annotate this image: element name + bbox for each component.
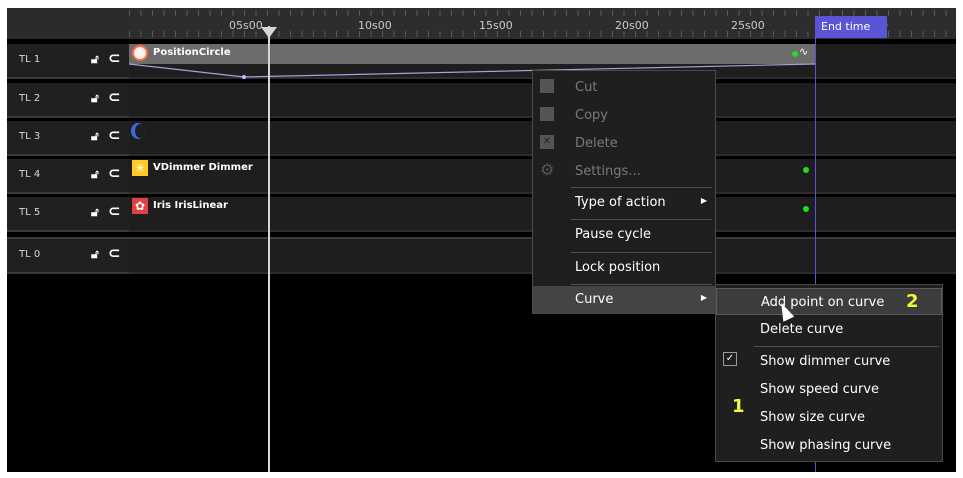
menu-label: Settings... <box>575 164 641 179</box>
delete-icon: ✕ <box>540 135 554 149</box>
track-name: TL 3 <box>19 131 41 142</box>
playhead-handle[interactable] <box>261 27 277 38</box>
track-name: TL 4 <box>19 169 41 180</box>
clip-label: PositionCircle <box>153 47 231 58</box>
annotation-2: 2 <box>906 291 919 312</box>
menu-item-add-point-on-curve[interactable]: Add point on curve 2 <box>716 288 942 315</box>
menu-item-show-phasing-curve[interactable]: Show phasing curve <box>716 432 942 460</box>
curve-submenu: Add point on curve 2 Delete curve ✓ Show… <box>715 284 943 462</box>
menu-label: Delete curve <box>760 322 844 337</box>
track-tl5[interactable]: TL 5 🔓︎ ⊂ ✿ Iris IrisLinear <box>7 197 956 232</box>
menu-label: Cut <box>575 80 598 95</box>
lock-icon[interactable]: 🔓︎ <box>91 91 99 106</box>
cut-icon <box>540 79 554 93</box>
menu-separator <box>571 284 712 285</box>
menu-separator <box>571 187 712 188</box>
menu-item-type-of-action[interactable]: Type of action ▶ <box>533 189 715 217</box>
sun-icon: ☀ <box>132 160 148 176</box>
menu-separator <box>754 346 939 347</box>
context-menu: Cut Copy ✕ Delete ⚙ Settings... Type of … <box>532 70 716 314</box>
clip-label: Iris IrisLinear <box>153 200 228 211</box>
checkmark-icon[interactable]: ✓ <box>723 352 737 366</box>
menu-item-settings[interactable]: ⚙ Settings... <box>533 158 715 185</box>
keyframe-dot[interactable] <box>803 206 809 212</box>
menu-item-delete[interactable]: ✕ Delete <box>533 130 715 157</box>
menu-label: Show phasing curve <box>760 438 892 453</box>
ruler-label-20s: 20s00 <box>615 19 649 32</box>
menu-label: Show size curve <box>760 410 865 425</box>
menu-item-lock-position[interactable]: Lock position <box>533 254 715 283</box>
menu-item-show-dimmer-curve[interactable]: ✓ Show dimmer curve <box>716 348 942 376</box>
menu-label: Lock position <box>575 260 661 275</box>
track-tl0[interactable]: TL 0 🔓︎ ⊂ <box>7 237 956 274</box>
lock-icon[interactable]: 🔓︎ <box>91 247 99 262</box>
track-tl2[interactable]: TL 2 🔓︎ ⊂ <box>7 83 956 118</box>
track-name: TL 1 <box>19 54 41 65</box>
loop-icon[interactable]: ⊂ <box>108 126 121 144</box>
track-name: TL 0 <box>19 249 41 260</box>
track-header[interactable]: TL 2 🔓︎ ⊂ <box>7 83 129 118</box>
playhead-line[interactable] <box>268 26 270 472</box>
menu-label: Show speed curve <box>760 382 880 397</box>
iris-icon: ✿ <box>132 198 148 214</box>
menu-separator <box>571 252 712 253</box>
gear-icon: ⚙ <box>540 160 555 179</box>
track-name: TL 2 <box>19 93 41 104</box>
copy-icon <box>540 107 554 121</box>
menu-item-copy[interactable]: Copy <box>533 102 715 129</box>
curve-icon: ∿ <box>799 45 809 58</box>
submenu-arrow-icon: ▶ <box>700 293 707 302</box>
menu-item-cut[interactable]: Cut <box>533 74 715 101</box>
ruler-label-15s: 15s00 <box>479 19 513 32</box>
loop-icon[interactable]: ⊂ <box>108 202 121 220</box>
time-ruler[interactable]: 05s00 10s00 15s00 20s00 25s00 00 End tim… <box>7 8 956 39</box>
track-header[interactable]: TL 4 🔓︎ ⊂ <box>7 159 129 194</box>
annotation-1: 1 <box>732 396 745 417</box>
menu-item-delete-curve[interactable]: Delete curve <box>716 316 942 345</box>
menu-label: Delete <box>575 136 618 151</box>
menu-item-curve[interactable]: Curve ▶ <box>533 286 715 313</box>
menu-label: Curve <box>575 292 614 307</box>
lock-icon[interactable]: 🔓︎ <box>91 205 99 220</box>
track-header[interactable]: TL 1 🔓︎ ⊂ <box>7 44 129 79</box>
loop-icon[interactable]: ⊂ <box>108 49 121 67</box>
loop-icon[interactable]: ⊂ <box>108 244 121 262</box>
end-time-label: End time <box>821 20 871 33</box>
track-tl4[interactable]: TL 4 🔓︎ ⊂ ☀ VDimmer Dimmer <box>7 159 956 194</box>
track-tl3[interactable]: TL 3 🔓︎ ⊂ <box>7 121 956 156</box>
track-header[interactable]: TL 3 🔓︎ ⊂ <box>7 121 129 156</box>
submenu-arrow-icon: ▶ <box>700 196 707 205</box>
lock-icon[interactable]: 🔓︎ <box>91 129 99 144</box>
track-name: TL 5 <box>19 207 41 218</box>
lock-icon[interactable]: 🔓︎ <box>91 52 99 67</box>
track-header[interactable]: TL 5 🔓︎ ⊂ <box>7 197 129 232</box>
clip-iris[interactable]: ✿ Iris IrisLinear <box>129 197 249 217</box>
menu-item-pause-cycle[interactable]: Pause cycle <box>533 221 715 250</box>
keyframe-dot[interactable] <box>803 167 809 173</box>
ruler-label-25s: 25s00 <box>731 19 765 32</box>
loop-icon[interactable]: ⊂ <box>108 88 121 106</box>
end-time-marker[interactable]: End time <box>815 16 887 38</box>
moon-icon <box>131 123 145 139</box>
keyframe-dot[interactable] <box>792 51 798 57</box>
ruler-label-10s: 10s00 <box>358 19 392 32</box>
clip-vdimmer[interactable]: ☀ VDimmer Dimmer <box>129 159 267 179</box>
menu-label: Show dimmer curve <box>760 354 891 369</box>
menu-label: Type of action <box>575 195 666 210</box>
ruler-header <box>7 8 129 39</box>
position-circle-icon <box>132 45 148 61</box>
track-tl1[interactable]: TL 1 🔓︎ ⊂ PositionCircle ∿ <box>7 44 956 79</box>
menu-separator <box>571 219 712 220</box>
ruler-label-5s: 05s00 <box>229 19 263 32</box>
loop-icon[interactable]: ⊂ <box>108 164 121 182</box>
menu-label: Pause cycle <box>575 227 651 242</box>
menu-label: Copy <box>575 108 608 123</box>
clip-label: VDimmer Dimmer <box>153 162 253 173</box>
track-header[interactable]: TL 0 🔓︎ ⊂ <box>7 239 129 274</box>
menu-item-show-speed-curve[interactable]: Show speed curve <box>716 376 942 404</box>
menu-item-show-size-curve[interactable]: Show size curve <box>716 404 942 432</box>
lock-icon[interactable]: 🔓︎ <box>91 167 99 182</box>
clip-position-circle[interactable]: PositionCircle <box>129 44 815 64</box>
